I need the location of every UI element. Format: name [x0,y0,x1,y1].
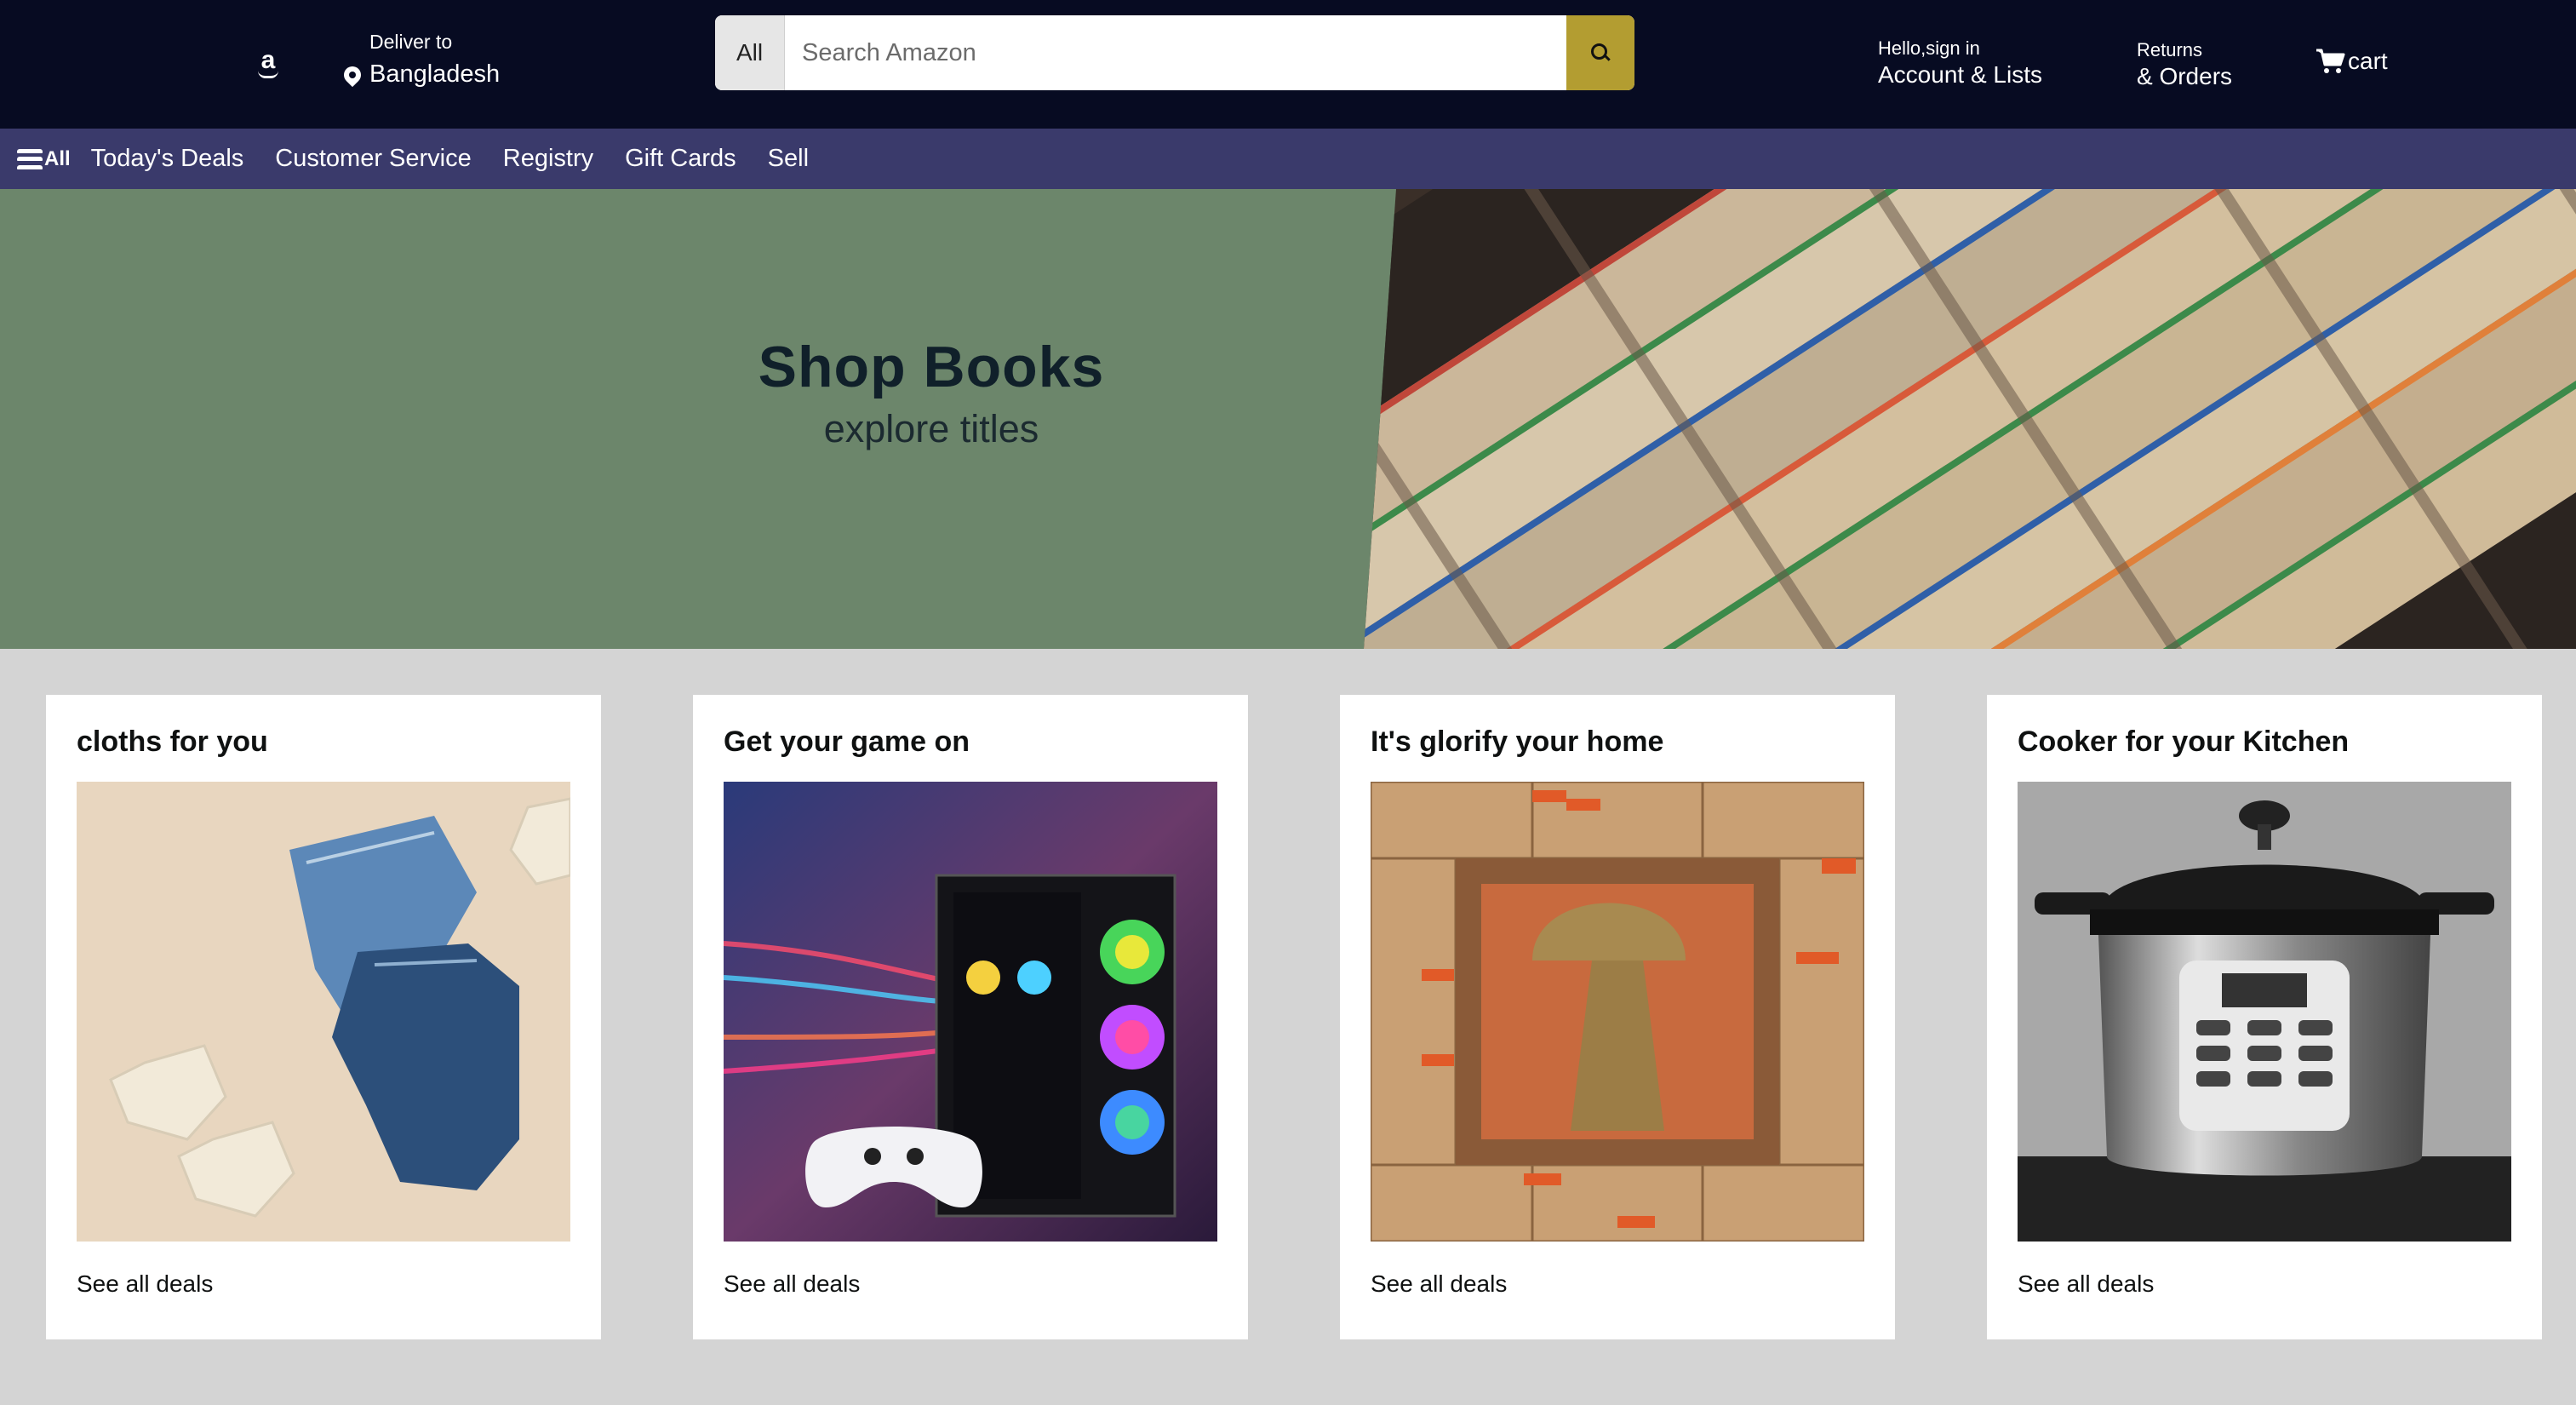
nav-item-registry[interactable]: Registry [503,145,593,173]
deliver-to-location[interactable]: Deliver to Bangladesh [340,31,501,89]
deal-card-kitchen: Cooker for your Kitchen See all deals [1987,695,2542,1339]
card-title: Get your game on [724,725,970,758]
hero-text: Shop Books explore titles [681,334,1182,451]
pressure-cooker-image[interactable] [2018,782,2511,1242]
search-button[interactable] [1566,15,1634,90]
search-icon [1591,43,1610,62]
see-all-deals-link[interactable]: See all deals [77,1270,213,1298]
jeans-image[interactable] [77,782,570,1242]
card-title: It's glorify your home [1371,725,1664,758]
cart-link[interactable]: cart [2316,48,2388,75]
home-boxes-image[interactable] [1371,782,1864,1242]
hero-banner[interactable]: Shop Books explore titles [0,189,2576,649]
returns-orders-link[interactable]: Returns & Orders [2137,39,2232,90]
deal-card-gaming: Get your game on See all deals [693,695,1248,1339]
cart-icon [2316,49,2345,73]
top-header: a Deliver to Bangladesh All Hello,sign i… [0,0,2576,129]
account-greeting: Hello,sign in [1878,37,1980,59]
nav-item-customer-service[interactable]: Customer Service [275,145,471,173]
account-label: Account & Lists [1878,61,2042,88]
deal-card-clothes: cloths for you See all deals [46,695,601,1339]
account-menu[interactable]: Hello,sign in Account & Lists [1878,37,2042,89]
orders-label: & Orders [2137,63,2233,89]
card-title: cloths for you [77,725,268,758]
see-all-deals-link[interactable]: See all deals [724,1270,860,1298]
location-pin-icon [340,62,365,87]
see-all-deals-link[interactable]: See all deals [1371,1270,1507,1298]
cart-label: cart [2348,48,2388,74]
deliver-location: Bangladesh [369,60,501,88]
hero-subtitle: explore titles [823,407,1039,450]
search-input[interactable] [785,15,1566,90]
books-image [1364,189,2576,649]
nav-all-label: All [44,146,71,170]
nav-item-gift-cards[interactable]: Gift Cards [625,145,736,173]
menu-icon [17,148,43,169]
nav-bar: All Today's Deals Customer Service Regis… [0,129,2576,189]
nav-item-todays-deals[interactable]: Today's Deals [91,145,244,173]
search-bar: All [715,15,1634,90]
search-category-select[interactable]: All [715,15,785,90]
card-title: Cooker for your Kitchen [2018,725,2350,758]
amazon-logo-icon[interactable]: a [254,48,283,80]
returns-label: Returns [2137,39,2203,60]
gaming-pc-image[interactable] [724,782,1217,1242]
deliver-label: Deliver to [369,31,453,53]
nav-all-menu[interactable]: All [17,147,71,171]
hero-title: Shop Books [758,335,1105,399]
deal-card-home: It's glorify your home See all deals [1340,695,1895,1339]
see-all-deals-link[interactable]: See all deals [2018,1270,2154,1298]
nav-item-sell[interactable]: Sell [768,145,809,173]
